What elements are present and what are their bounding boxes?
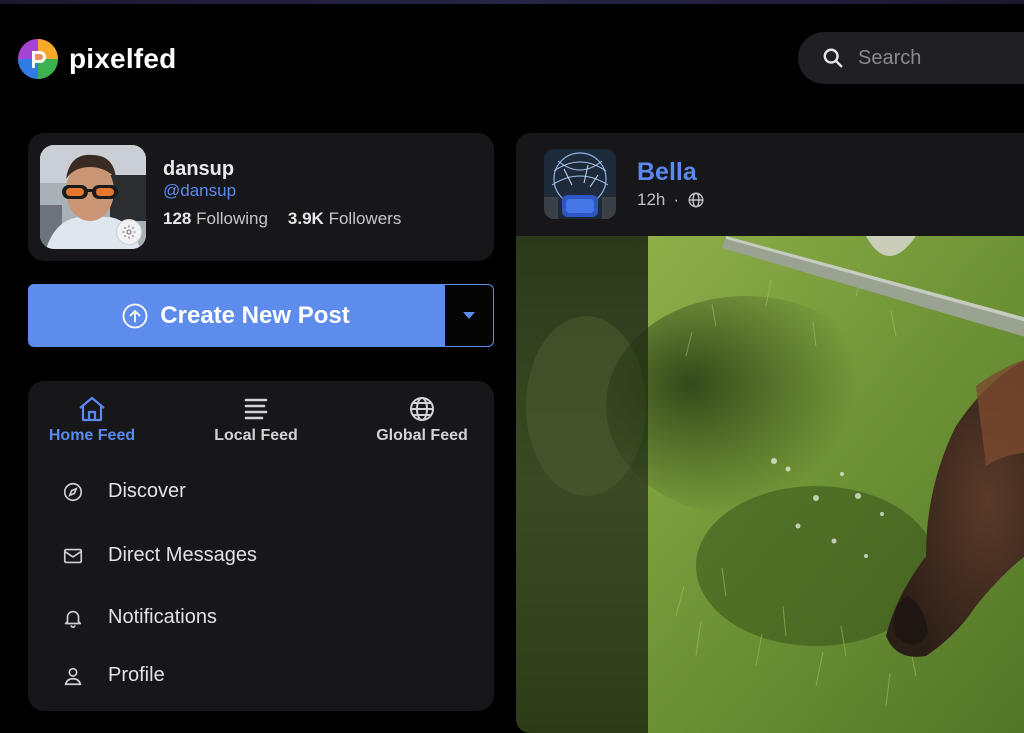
compass-icon [63,482,83,501]
nav-item-notifications[interactable]: Notifications [62,606,217,629]
followers-link[interactable]: 3.9K Followers [288,209,401,228]
search-input[interactable] [856,45,1024,71]
pixelfed-logo-icon [18,39,58,79]
create-new-post-label: Create New Post [160,301,350,329]
post-author-avatar[interactable] [544,149,616,219]
caret-down-icon [463,312,475,319]
tab-local-feed[interactable]: Local Feed [208,395,304,445]
post-avatar-image [544,149,616,219]
tab-home-feed[interactable]: Home Feed [46,395,138,445]
nav-item-discover[interactable]: Discover [62,480,186,503]
user-icon [64,667,82,685]
envelope-icon [63,548,83,563]
globe-icon [410,397,434,421]
post-image[interactable] [516,236,1024,733]
search-bar[interactable] [798,32,1024,84]
discover-label: Discover [108,480,186,502]
followers-count: 3.9K [287,209,324,228]
post-meta: 12h · [637,190,705,210]
local-feed-label: Local Feed [214,427,298,444]
post-author-name[interactable]: Bella [637,158,697,187]
top-header: pixelfed [0,4,1024,114]
brand[interactable]: pixelfed [17,38,176,80]
direct-messages-label: Direct Messages [108,544,257,566]
create-new-post-button[interactable]: Create New Post [28,284,444,347]
globe-icon [688,192,704,208]
nav-item-profile[interactable]: Profile [62,664,165,687]
bell-icon [64,610,82,628]
tab-global-feed[interactable]: Global Feed [372,395,472,445]
post-time[interactable]: 12h [637,190,665,210]
create-options-dropdown[interactable] [444,284,494,347]
profile-handle[interactable]: @dansup [163,181,236,201]
profile-name[interactable]: dansup [163,158,234,181]
notifications-label: Notifications [108,606,217,628]
avatar-settings-icon[interactable] [116,219,142,245]
post-card: Bella 12h · [516,133,1024,733]
profile-card: dansup @dansup 128 Following 3.9K Followe… [28,133,494,261]
meta-separator: · [673,190,680,209]
home-icon [79,396,105,422]
home-feed-label: Home Feed [48,427,136,444]
following-link[interactable]: 128 Following [163,209,268,228]
nav-item-direct-messages[interactable]: Direct Messages [62,544,257,567]
navigation-card: Home Feed Local Feed Global Feed Discove… [28,381,494,711]
global-feed-label: Global Feed [376,427,468,444]
profile-stats: 128 Following 3.9K Followers [163,209,401,229]
profile-label: Profile [108,664,165,686]
brand-name: pixelfed [69,43,177,74]
following-count: 128 [163,209,192,228]
profile-avatar[interactable] [40,145,146,249]
upload-circle-icon [122,303,148,328]
search-icon [823,48,843,68]
list-icon [244,398,268,420]
following-label: Following [196,209,268,228]
followers-label: Followers [328,209,402,228]
